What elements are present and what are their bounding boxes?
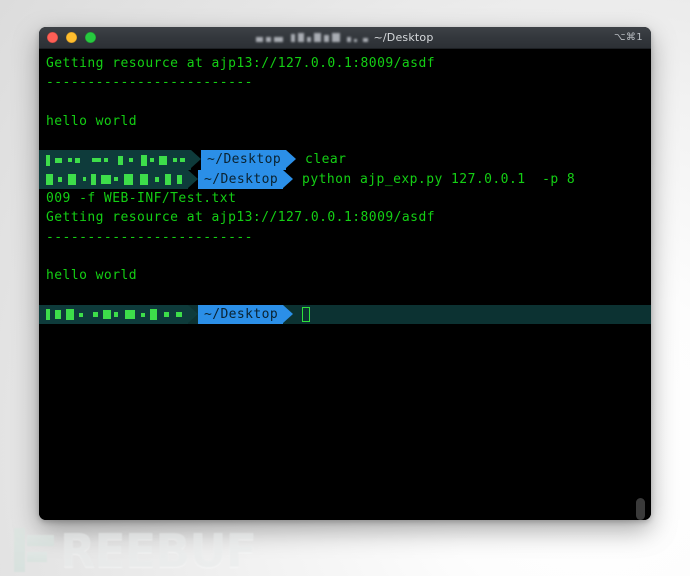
terminal-line: hello world bbox=[46, 268, 138, 284]
terminal-command: clear bbox=[305, 152, 347, 168]
prompt-arrow-icon bbox=[283, 169, 294, 188]
window-titlebar[interactable]: ~/Desktop ⌥⌘1 bbox=[39, 27, 651, 49]
prompt-arrow-icon bbox=[286, 150, 297, 169]
prompt-user-segment bbox=[39, 150, 191, 170]
terminal-active-prompt-row[interactable]: ~/Desktop bbox=[39, 304, 651, 325]
prompt-path-segment: ~/Desktop bbox=[198, 304, 284, 325]
prompt-arrow-icon bbox=[191, 150, 201, 169]
prompt-arrow-icon bbox=[283, 304, 294, 323]
prompt-user-segment bbox=[39, 169, 188, 190]
window-title-path: ~/Desktop bbox=[373, 31, 434, 44]
prompt-path-segment: ~/Desktop bbox=[198, 169, 284, 190]
window-traffic-lights bbox=[47, 32, 96, 43]
terminal-command-wrap: 009 -f WEB-INF/Test.txt bbox=[46, 191, 237, 207]
terminal-scrollbar-thumb[interactable] bbox=[636, 498, 645, 520]
prompt-arrow-icon bbox=[188, 304, 198, 323]
window-title: ~/Desktop bbox=[39, 31, 651, 44]
window-shortcut-label: ⌥⌘1 bbox=[613, 32, 643, 43]
terminal-prompt-row: ~/Desktop python ajp_exp.py 127.0.0.1 -p… bbox=[39, 169, 651, 190]
prompt-arrow-icon bbox=[188, 169, 198, 188]
terminal-content[interactable]: Getting resource at ajp13://127.0.0.1:80… bbox=[39, 49, 651, 520]
terminal-line: ------------------------- bbox=[46, 229, 253, 245]
terminal-prompt-row: ~/Desktop clear bbox=[39, 150, 651, 170]
terminal-line: Getting resource at ajp13://127.0.0.1:80… bbox=[46, 210, 436, 226]
terminal-line: hello world bbox=[46, 113, 138, 129]
minimize-button[interactable] bbox=[66, 32, 77, 43]
terminal-cursor bbox=[302, 307, 311, 322]
maximize-button[interactable] bbox=[85, 32, 96, 43]
terminal-window: ~/Desktop ⌥⌘1 Getting resource at ajp13:… bbox=[39, 27, 651, 520]
redacted-username-icon bbox=[256, 33, 369, 42]
terminal-line: Getting resource at ajp13://127.0.0.1:80… bbox=[46, 56, 436, 71]
terminal-line: ------------------------- bbox=[46, 75, 253, 91]
prompt-path-segment: ~/Desktop bbox=[201, 150, 287, 170]
terminal-command: python ajp_exp.py 127.0.0.1 -p 8 bbox=[302, 171, 576, 187]
watermark: REEBUF bbox=[14, 523, 257, 578]
prompt-user-segment bbox=[39, 304, 188, 325]
freebuf-logo-icon bbox=[14, 528, 54, 572]
watermark-text: REEBUF bbox=[60, 523, 257, 578]
close-button[interactable] bbox=[47, 32, 58, 43]
